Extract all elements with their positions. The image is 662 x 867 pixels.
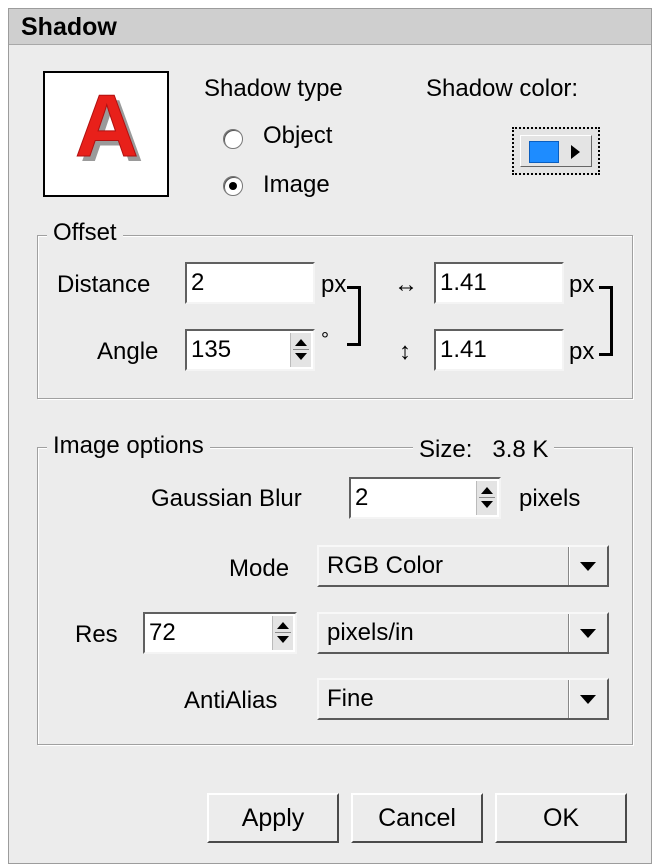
res-value: 72 xyxy=(149,619,176,646)
size-label-text: Size: xyxy=(419,436,473,463)
gaussian-blur-label: Gaussian Blur xyxy=(151,485,302,512)
res-label: Res xyxy=(75,621,118,648)
spin-up-icon xyxy=(277,622,289,629)
res-spinner[interactable] xyxy=(272,616,293,650)
res-unit-dropdown-arrow[interactable] xyxy=(568,614,607,652)
chevron-down-icon xyxy=(580,629,596,638)
gaussian-blur-input[interactable]: 2 xyxy=(349,477,501,519)
angle-label: Angle xyxy=(97,338,159,365)
radio-image-label[interactable]: Image xyxy=(263,171,330,199)
angle-input[interactable]: 135 xyxy=(185,329,315,371)
radio-selected-dot xyxy=(229,182,237,190)
spin-down-icon xyxy=(277,636,289,643)
horizontal-offset-unit: px xyxy=(569,271,595,298)
shadow-color-button[interactable] xyxy=(512,127,600,175)
gaussian-blur-unit: pixels xyxy=(519,485,581,512)
horizontal-offset-icon: ↔ xyxy=(394,271,418,298)
chevron-down-icon xyxy=(580,695,596,704)
spin-down-icon xyxy=(481,501,493,508)
ok-button[interactable]: OK xyxy=(495,793,627,843)
offset-legend: Offset xyxy=(47,219,123,247)
play-arrow-icon xyxy=(571,145,580,159)
spin-divider xyxy=(293,349,309,350)
image-options-legend: Image options xyxy=(47,432,210,460)
mode-value: RGB Color xyxy=(327,552,444,579)
angle-unit: ° xyxy=(321,329,329,351)
shadow-dialog: Shadow A A Shadow type Object Image Shad… xyxy=(8,8,652,864)
spin-divider xyxy=(275,632,291,633)
color-button-face xyxy=(520,135,592,167)
angle-value: 135 xyxy=(191,336,232,363)
antialias-label: AntiAlias xyxy=(184,687,278,714)
vertical-offset-unit: px xyxy=(569,338,595,365)
horizontal-offset-input[interactable]: 1.41 xyxy=(434,262,564,304)
angle-spinner[interactable] xyxy=(290,333,311,367)
shadow-color-label: Shadow color: xyxy=(426,75,579,102)
vertical-offset-icon: ↕ xyxy=(399,338,411,365)
spin-down-icon xyxy=(295,353,307,360)
spin-up-icon xyxy=(295,339,307,346)
distance-input[interactable]: 2 xyxy=(185,262,315,304)
antialias-dropdown-arrow[interactable] xyxy=(568,680,607,718)
color-swatch xyxy=(529,141,559,163)
distance-unit: px xyxy=(321,271,347,298)
shadow-preview: A A xyxy=(43,71,169,197)
radio-object[interactable] xyxy=(223,129,243,149)
radio-image[interactable] xyxy=(223,176,243,196)
antialias-value: Fine xyxy=(327,685,374,712)
mode-label: Mode xyxy=(229,555,290,582)
radio-object-label[interactable]: Object xyxy=(263,122,332,150)
offset-group xyxy=(37,235,633,399)
apply-button[interactable]: Apply xyxy=(207,793,339,843)
antialias-select[interactable]: Fine xyxy=(317,678,609,720)
spin-divider xyxy=(479,497,495,498)
mode-select[interactable]: RGB Color xyxy=(317,545,609,587)
size-value: 3.8 K xyxy=(492,436,549,463)
link-bracket-right xyxy=(599,286,613,356)
dialog-title: Shadow xyxy=(9,9,651,45)
res-unit-select[interactable]: pixels/in xyxy=(317,612,609,654)
mode-dropdown-arrow[interactable] xyxy=(568,547,607,585)
res-unit-value: pixels/in xyxy=(327,619,414,646)
gaussian-blur-value: 2 xyxy=(355,484,369,511)
cancel-button[interactable]: Cancel xyxy=(351,793,483,843)
gaussian-blur-spinner[interactable] xyxy=(476,481,497,515)
res-input[interactable]: 72 xyxy=(143,612,297,654)
size-label: Size: 3.8 K xyxy=(413,436,555,464)
distance-label: Distance xyxy=(57,271,151,298)
spin-up-icon xyxy=(481,487,493,494)
vertical-offset-input[interactable]: 1.41 xyxy=(434,329,564,371)
shadow-type-label: Shadow type xyxy=(204,75,343,102)
link-bracket-left xyxy=(347,286,361,346)
chevron-down-icon xyxy=(580,562,596,571)
preview-glyph: A xyxy=(75,76,140,175)
